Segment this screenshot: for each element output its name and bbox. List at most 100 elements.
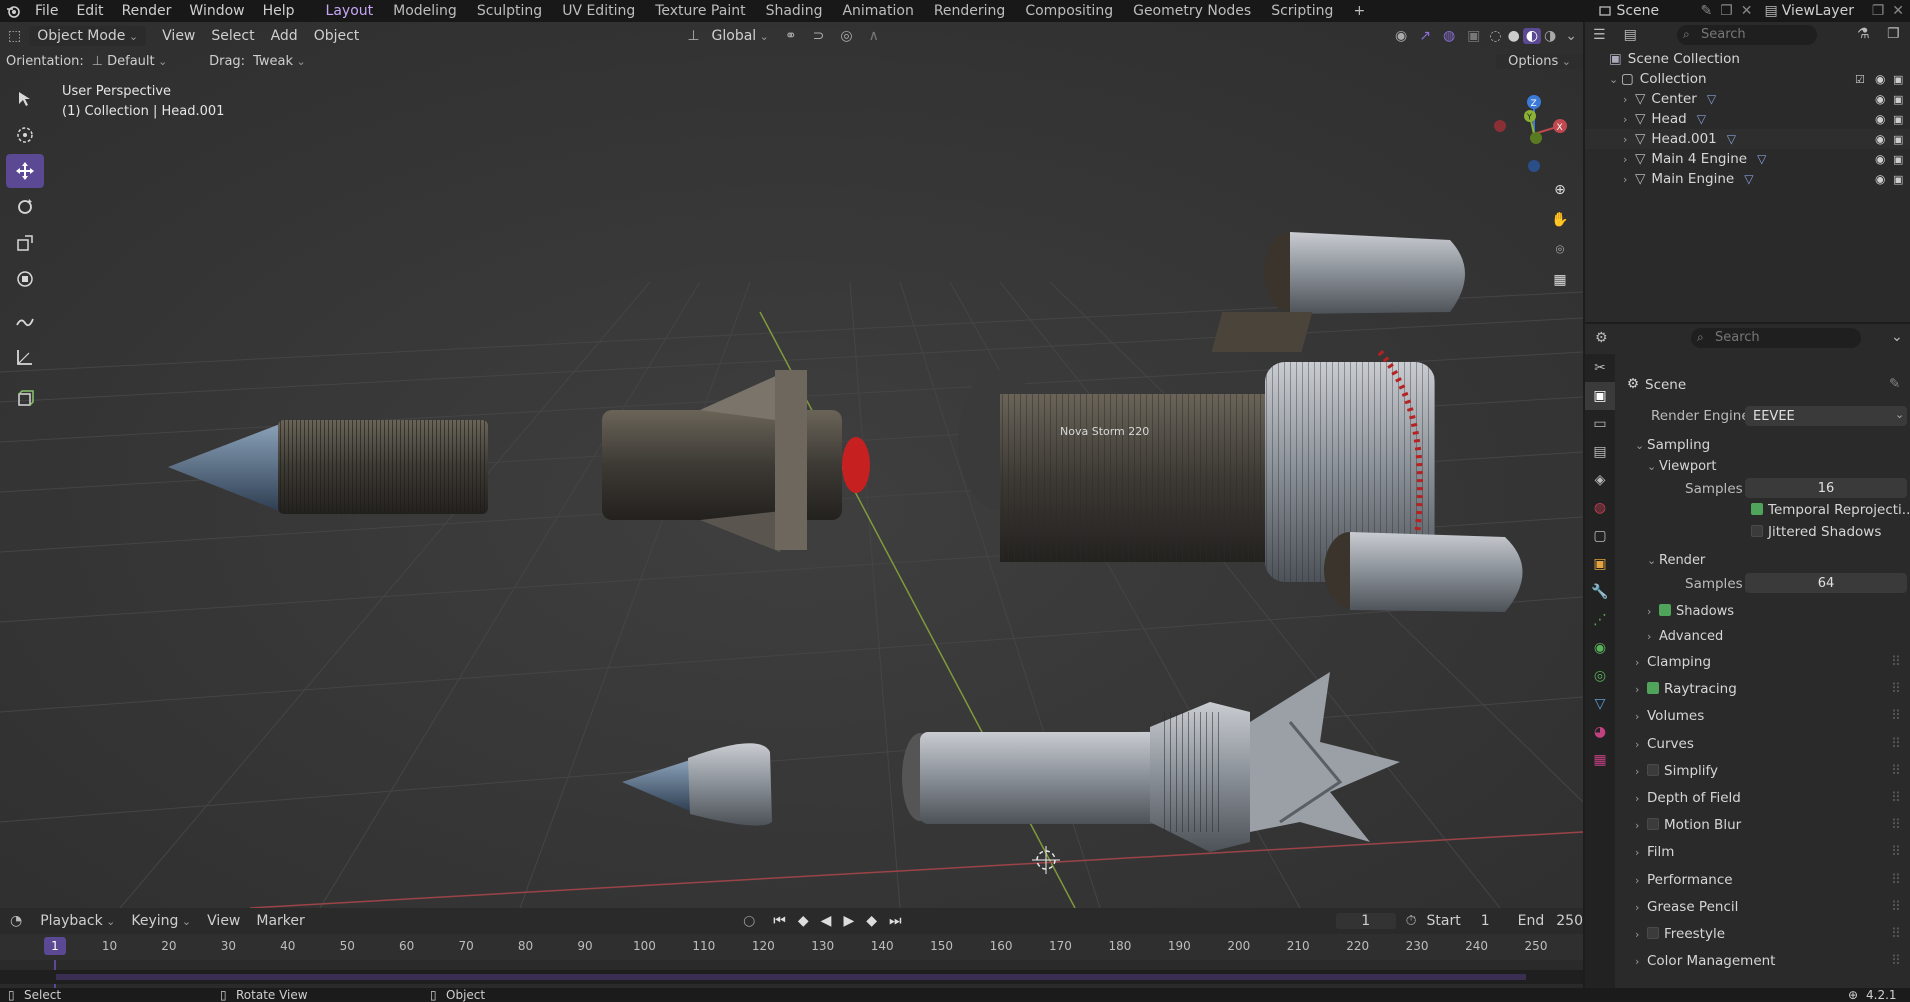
new-scene-icon[interactable]: ❐	[1716, 3, 1737, 19]
visibility-eye-icon[interactable]: ◉	[1875, 152, 1885, 166]
tab-sculpting[interactable]: Sculpting	[467, 3, 552, 19]
menu-timeline-view[interactable]: View	[199, 913, 248, 929]
expand-icon[interactable]: ›	[1623, 133, 1635, 146]
panel-drag-handle-icon[interactable]: ⠿	[1891, 763, 1901, 779]
physics-tab-icon[interactable]: ◉	[1585, 634, 1615, 662]
shadows-subpanel-header[interactable]: › Shadows	[1647, 603, 1734, 619]
filter-icon[interactable]: ⚗	[1857, 26, 1870, 42]
add-cube-tool-icon[interactable]	[6, 382, 44, 416]
expand-icon[interactable]: ›	[1623, 153, 1635, 166]
visibility-eye-icon[interactable]: ◉	[1875, 72, 1885, 86]
tab-layout[interactable]: Layout	[316, 3, 384, 19]
render-samples-field[interactable]: 64	[1745, 573, 1907, 593]
render-camera-icon[interactable]: ▣	[1893, 113, 1903, 126]
modifier-tab-icon[interactable]: 🔧	[1585, 578, 1615, 606]
props-options-icon[interactable]: ⌄	[1891, 329, 1903, 345]
menu-marker[interactable]: Marker	[248, 913, 312, 929]
panel-drag-handle-icon[interactable]: ⠿	[1891, 790, 1901, 806]
tab-shading[interactable]: Shading	[756, 3, 833, 19]
camera-view-icon[interactable]: ⌾	[1548, 242, 1572, 272]
viewport-scene[interactable]: Nova Storm 220	[0, 22, 1583, 908]
constraints-tab-icon[interactable]: ◎	[1585, 662, 1615, 690]
panel-volumes[interactable]: › Volumes	[1635, 708, 1704, 724]
collection-checkbox-icon[interactable]: ☑	[1855, 73, 1865, 86]
visibility-eye-icon[interactable]: ◉	[1875, 92, 1885, 106]
tab-scripting[interactable]: Scripting	[1261, 3, 1343, 19]
new-collection-icon[interactable]: ❐	[1887, 26, 1900, 42]
snap-icon[interactable]: ⊃	[805, 28, 833, 44]
panel-drag-handle-icon[interactable]: ⠿	[1891, 817, 1901, 833]
properties-editor-icon[interactable]: ⚙	[1585, 330, 1618, 346]
transform-tool-icon[interactable]	[6, 262, 44, 296]
mesh-data-icon[interactable]: ▽	[1707, 92, 1716, 106]
visibility-icon[interactable]: ◉	[1389, 28, 1413, 44]
outliner-row-collection[interactable]: ⌄ ▢ Collection ☑ ◉ ▣	[1585, 69, 1910, 89]
zoom-icon[interactable]: ⊕	[1548, 182, 1572, 212]
panel-simplify[interactable]: › Simplify	[1635, 763, 1718, 779]
pivot-icon[interactable]: ⚭	[777, 28, 805, 44]
new-viewlayer-icon[interactable]: ❐	[1868, 3, 1889, 19]
expand-icon[interactable]: ›	[1623, 173, 1635, 186]
navigation-gizmo[interactable]: Z X Y	[1490, 84, 1570, 174]
tab-uv-editing[interactable]: UV Editing	[552, 3, 645, 19]
preview-range-icon[interactable]: ⏱	[1396, 913, 1427, 929]
jump-end-icon[interactable]: ⏭	[883, 913, 908, 929]
outliner-row-object[interactable]: › ▽ Head.001 ▽ ◉ ▣	[1585, 129, 1910, 149]
viewport-samples-field[interactable]: 16	[1745, 478, 1907, 498]
expand-icon[interactable]: ›	[1623, 113, 1635, 126]
mesh-data-icon[interactable]: ▽	[1744, 172, 1753, 186]
panel-drag-handle-icon[interactable]: ⠿	[1891, 708, 1901, 724]
render-camera-icon[interactable]: ▣	[1893, 93, 1903, 106]
play-icon[interactable]: ▶	[837, 913, 860, 929]
panel-motion-blur[interactable]: › Motion Blur	[1635, 817, 1741, 833]
timeline-track-area[interactable]	[0, 970, 1583, 984]
tab-rendering[interactable]: Rendering	[924, 3, 1016, 19]
tab-geometry-nodes[interactable]: Geometry Nodes	[1123, 3, 1261, 19]
move-tool-icon[interactable]	[6, 154, 44, 188]
expand-icon[interactable]: ›	[1623, 93, 1635, 106]
pin-context-icon[interactable]: ✎	[1889, 376, 1900, 392]
transform-orientation-dropdown[interactable]: Global	[704, 28, 777, 44]
panel-grease-pencil[interactable]: › Grease Pencil	[1635, 899, 1738, 915]
outliner-row-object[interactable]: › ▽ Main 4 Engine ▽ ◉ ▣	[1585, 149, 1910, 169]
cursor-tool-icon[interactable]	[6, 118, 44, 152]
menu-edit[interactable]: Edit	[67, 3, 112, 19]
panel-enable-check-icon[interactable]	[1647, 763, 1659, 776]
mesh-data-icon[interactable]: ▽	[1757, 152, 1766, 166]
panel-performance[interactable]: › Performance	[1635, 872, 1733, 888]
mesh-data-icon[interactable]: ▽	[1697, 112, 1706, 126]
editor-type-icon[interactable]: ⬚	[0, 28, 29, 44]
menu-add[interactable]: Add	[263, 28, 306, 44]
outliner-row-object[interactable]: › ▽ Main Engine ▽ ◉ ▣	[1585, 169, 1910, 189]
jittered-shadows-checkbox[interactable]: Jittered Shadows	[1751, 524, 1881, 540]
xray-icon[interactable]: ▣	[1461, 28, 1486, 44]
panel-enable-check-icon[interactable]	[1647, 818, 1659, 831]
particles-tab-icon[interactable]: ⋰	[1585, 606, 1615, 634]
tab-compositing[interactable]: Compositing	[1015, 3, 1123, 19]
render-camera-icon[interactable]: ▣	[1893, 173, 1903, 186]
panel-enable-check-icon[interactable]	[1647, 927, 1659, 939]
annotate-tool-icon[interactable]	[6, 304, 44, 338]
falloff-icon[interactable]: ∧	[861, 28, 887, 44]
blender-logo-icon[interactable]	[0, 4, 26, 18]
tool-tab-icon[interactable]: ✂	[1585, 354, 1615, 382]
display-mode-icon[interactable]: ▤	[1614, 27, 1647, 43]
auto-keying-icon[interactable]: ○	[731, 913, 767, 929]
panel-film[interactable]: › Film	[1635, 844, 1674, 860]
view-layer-tab-icon[interactable]: ▤	[1585, 438, 1615, 466]
tab-animation[interactable]: Animation	[832, 3, 923, 19]
start-frame-field[interactable]: 1	[1481, 913, 1518, 929]
panel-drag-handle-icon[interactable]: ⠿	[1891, 872, 1901, 888]
menu-help[interactable]: Help	[254, 3, 304, 19]
scene-tab-icon[interactable]: ◈	[1585, 466, 1615, 494]
tab-modeling[interactable]: Modeling	[383, 3, 467, 19]
viewlayer-selector[interactable]: ViewLayer	[1782, 3, 1868, 19]
render-subpanel-header[interactable]: ⌄ Render	[1647, 552, 1705, 568]
visibility-eye-icon[interactable]: ◉	[1875, 172, 1885, 186]
panel-drag-handle-icon[interactable]: ⠿	[1891, 736, 1901, 752]
outliner-search-input[interactable]: Search	[1677, 25, 1817, 45]
jump-keyframe-back-icon[interactable]: ◆	[792, 913, 815, 929]
measure-tool-icon[interactable]	[6, 340, 44, 374]
pin-icon[interactable]: ✎	[1696, 3, 1716, 19]
options-dropdown[interactable]: Options	[1496, 53, 1583, 69]
